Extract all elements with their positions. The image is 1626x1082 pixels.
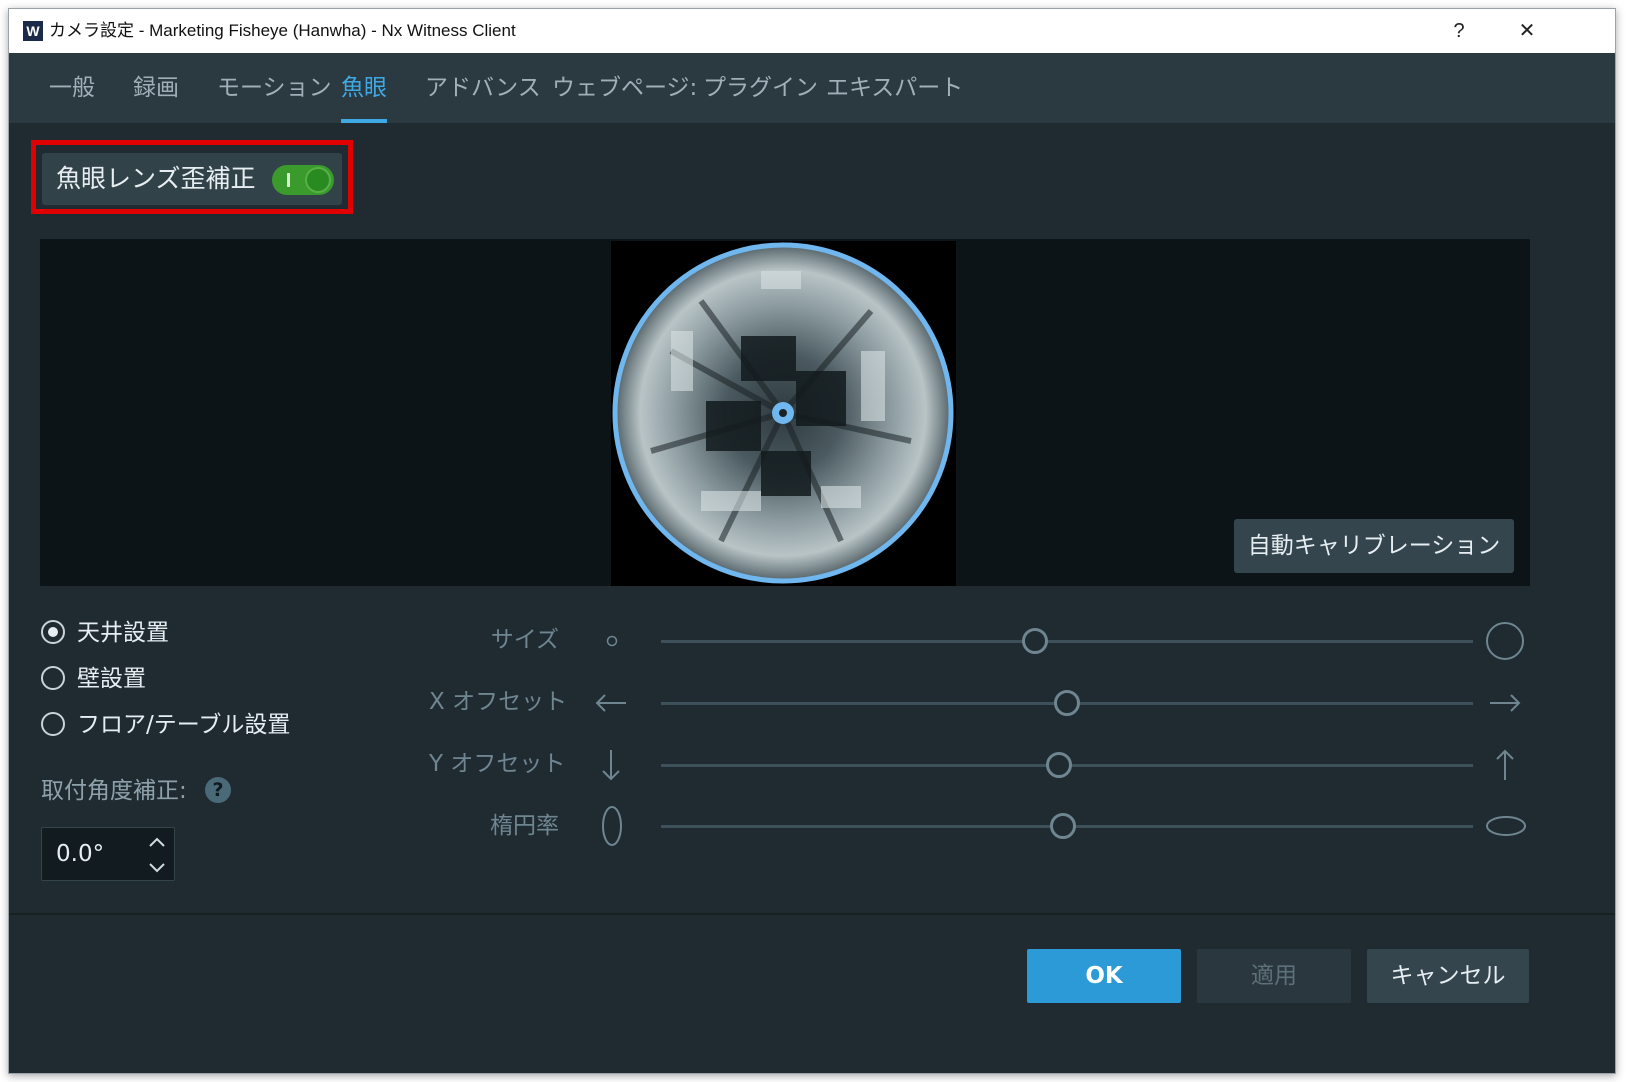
dewarp-label: 魚眼レンズ歪補正: [56, 164, 256, 193]
angle-spinbox[interactable]: 0.0°: [41, 827, 175, 881]
chevron-down-icon[interactable]: [146, 856, 168, 878]
tab-fisheye[interactable]: 魚眼: [341, 53, 387, 123]
tab-general[interactable]: 一般: [49, 53, 95, 123]
ellipticity-slider-handle[interactable]: [1049, 813, 1076, 839]
tab-plugins[interactable]: プラグイン: [703, 53, 818, 123]
tab-web-page[interactable]: ウェブページ:: [552, 53, 697, 123]
arrow-up-icon: [1496, 749, 1514, 780]
mount-ceiling-label: 天井設置: [77, 620, 169, 646]
vertical-ellipse-icon: [602, 806, 622, 846]
toggle-knob: [305, 167, 331, 193]
fisheye-image[interactable]: [611, 241, 956, 586]
mount-floor-option[interactable]: フロア/テーブル設置: [41, 708, 290, 742]
angle-correction-label: 取付角度補正:: [41, 778, 187, 804]
horizontal-ellipse-icon: [1486, 816, 1526, 836]
tab-motion[interactable]: モーション: [217, 53, 332, 123]
radio-wall[interactable]: [41, 665, 65, 690]
camera-settings-dialog: W カメラ設定 - Marketing Fisheye (Hanwha) - N…: [8, 8, 1616, 1074]
radio-ceiling[interactable]: [41, 619, 65, 644]
close-button[interactable]: ✕: [1497, 9, 1557, 53]
arrow-right-icon: [1490, 694, 1521, 712]
dewarp-toggle[interactable]: [272, 165, 334, 195]
large-circle-icon: [1486, 622, 1524, 660]
small-circle-icon: [606, 635, 618, 647]
dewarp-toggle-row[interactable]: 魚眼レンズ歪補正: [42, 153, 342, 205]
y-offset-label: Y オフセット: [429, 751, 566, 777]
tab-bar: 一般 録画 モーション 魚眼 アドバンス ウェブページ: プラグイン エキスパー…: [9, 53, 1615, 123]
tab-advanced[interactable]: アドバンス: [425, 53, 541, 123]
apply-button[interactable]: 適用: [1197, 949, 1351, 1003]
auto-calibration-button[interactable]: 自動キャリブレーション: [1234, 519, 1514, 573]
size-slider-handle[interactable]: [1021, 628, 1048, 654]
size-label: サイズ: [490, 627, 559, 653]
mount-floor-label: フロア/テーブル設置: [77, 712, 291, 738]
mount-wall-label: 壁設置: [77, 666, 146, 692]
x-offset-slider-handle[interactable]: [1054, 690, 1080, 716]
fisheye-preview-area: 自動キャリブレーション: [40, 239, 1530, 586]
ok-button[interactable]: OK: [1027, 949, 1181, 1003]
app-logo-icon: W: [23, 21, 43, 41]
mount-ceiling-option[interactable]: 天井設置: [41, 616, 169, 650]
size-slider-track[interactable]: [661, 640, 1473, 643]
toggle-on-mark: [287, 173, 290, 187]
x-offset-label: X オフセット: [429, 689, 568, 715]
window-title: カメラ設定 - Marketing Fisheye (Hanwha) - Nx …: [49, 21, 516, 40]
y-offset-slider-handle[interactable]: [1045, 752, 1072, 778]
cancel-button[interactable]: キャンセル: [1367, 949, 1529, 1003]
arrow-left-icon: [595, 694, 626, 712]
ellipticity-label: 楕円率: [490, 813, 559, 839]
tab-recording[interactable]: 録画: [133, 53, 179, 123]
tab-expert[interactable]: エキスパート: [826, 53, 963, 123]
help-icon[interactable]: ?: [205, 777, 231, 803]
angle-value: 0.0°: [56, 841, 105, 867]
title-bar: W カメラ設定 - Marketing Fisheye (Hanwha) - N…: [9, 9, 1615, 53]
radio-floor[interactable]: [41, 711, 65, 736]
arrow-down-icon: [602, 750, 620, 781]
footer-divider: [9, 913, 1615, 915]
fisheye-image-graphic: [612, 242, 954, 584]
help-button[interactable]: ?: [1429, 9, 1489, 53]
chevron-up-icon[interactable]: [146, 832, 168, 854]
mount-wall-option[interactable]: 壁設置: [41, 662, 146, 696]
